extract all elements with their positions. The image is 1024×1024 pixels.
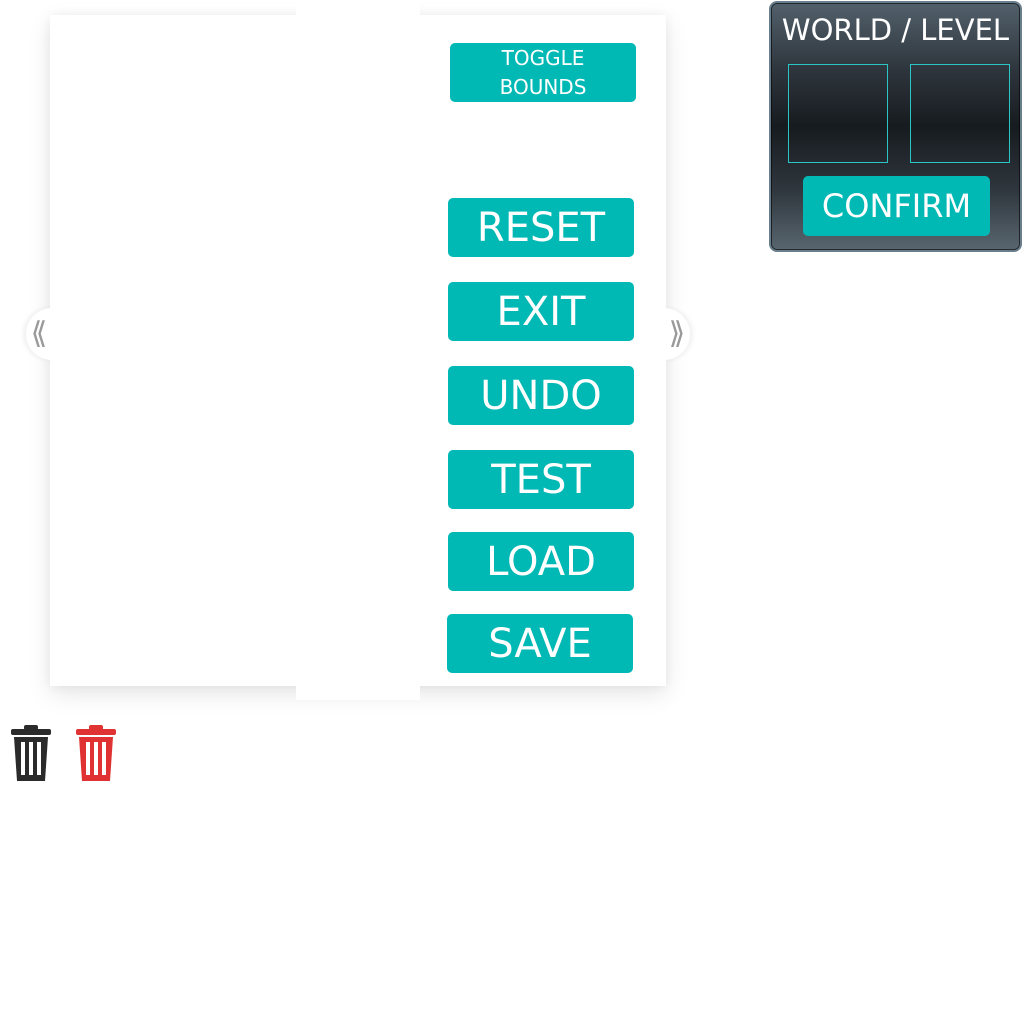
undo-label: UNDO — [480, 372, 602, 419]
toggle-bounds-button[interactable]: TOGGLE BOUNDS — [450, 43, 636, 102]
reset-label: RESET — [476, 204, 606, 251]
toggle-bounds-label-line2: BOUNDS — [499, 74, 587, 99]
next-page-arrow[interactable]: ⟫ — [664, 308, 690, 360]
load-label: LOAD — [486, 538, 596, 585]
world-slot[interactable] — [788, 64, 888, 163]
confirm-button[interactable]: CONFIRM — [803, 176, 990, 236]
level-slot[interactable] — [910, 64, 1010, 163]
load-button[interactable]: LOAD — [448, 532, 634, 591]
test-button[interactable]: TEST — [448, 450, 634, 509]
trash-icon[interactable] — [76, 725, 116, 781]
trash-icon[interactable] — [11, 725, 51, 781]
exit-button[interactable]: EXIT — [448, 282, 634, 341]
exit-label: EXIT — [496, 288, 586, 335]
confirm-label: CONFIRM — [821, 187, 972, 225]
world-level-title: WORLD / LEVEL — [781, 13, 1010, 47]
save-button[interactable]: SAVE — [447, 614, 633, 673]
panel-divider — [296, 0, 420, 700]
world-level-dialog: WORLD / LEVEL CONFIRM — [769, 1, 1022, 252]
undo-button[interactable]: UNDO — [448, 366, 634, 425]
trash-dark-icon — [11, 725, 51, 781]
save-label: SAVE — [488, 620, 592, 667]
reset-button[interactable]: RESET — [448, 198, 634, 257]
test-label: TEST — [491, 456, 591, 503]
trash-red-icon — [76, 725, 116, 781]
prev-page-arrow[interactable]: ⟪ — [26, 308, 52, 360]
toggle-bounds-label-line1: TOGGLE — [501, 45, 585, 70]
